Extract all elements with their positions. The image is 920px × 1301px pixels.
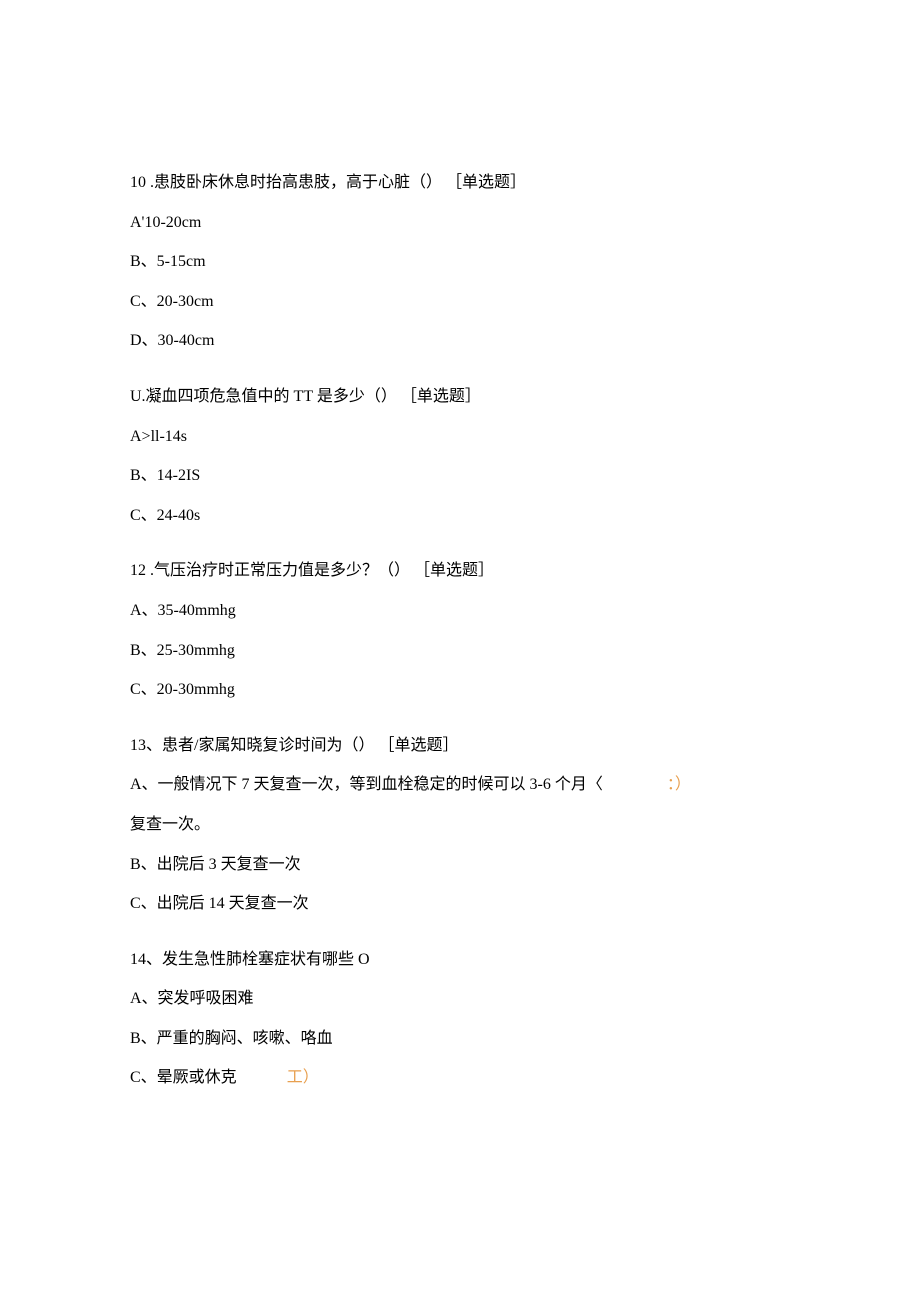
- question-number: 14: [130, 951, 146, 968]
- question-stem: .患肢卧床休息时抬高患肢，高于心脏（） ［单选题］: [146, 174, 526, 191]
- question-number: 10: [130, 174, 146, 191]
- question-number: 12: [130, 562, 146, 579]
- option-a: A、突发呼吸困难: [130, 986, 790, 1012]
- question-10: 10 .患肢卧床休息时抬高患肢，高于心脏（） ［单选题］ A'10-20cm B…: [130, 170, 790, 354]
- option-c: C、24-40s: [130, 503, 790, 529]
- orange-marker: 工）: [287, 1069, 319, 1086]
- question-text: 10 .患肢卧床休息时抬高患肢，高于心脏（） ［单选题］: [130, 170, 790, 196]
- question-11: U.凝血四项危急值中的 TT 是多少（） ［单选题］ A>ll-14s B、14…: [130, 384, 790, 528]
- option-d: D、30-40cm: [130, 328, 790, 354]
- option-a: A、35-40mmhg: [130, 598, 790, 624]
- option-b: B、14-2IS: [130, 463, 790, 489]
- question-13: 13、患者/家属知晓复诊时间为（） ［单选题］ A、一般情况下 7 天复查一次，…: [130, 733, 790, 917]
- option-b: B、出院后 3 天复查一次: [130, 852, 790, 878]
- option-b: B、5-15cm: [130, 249, 790, 275]
- question-12: 12 .气压治疗时正常压力值是多少？（） ［单选题］ A、35-40mmhg B…: [130, 558, 790, 702]
- option-a-line2: 复查一次。: [130, 812, 790, 838]
- question-stem: 、患者/家属知晓复诊时间为（） ［单选题］: [146, 737, 458, 754]
- option-a-line1: A、一般情况下 7 天复查一次，等到血栓稳定的时候可以 3-6 个月〈 ：）: [130, 772, 790, 798]
- option-c: C、20-30cm: [130, 289, 790, 315]
- question-text: 12 .气压治疗时正常压力值是多少？（） ［单选题］: [130, 558, 790, 584]
- question-text: 14、发生急性肺栓塞症状有哪些 O: [130, 947, 790, 973]
- option-a: A'10-20cm: [130, 210, 790, 236]
- question-text: U.凝血四项危急值中的 TT 是多少（） ［单选题］: [130, 384, 790, 410]
- question-stem: .气压治疗时正常压力值是多少？（） ［单选题］: [146, 562, 494, 579]
- question-14: 14、发生急性肺栓塞症状有哪些 O A、突发呼吸困难 B、严重的胸闷、咳嗽、咯血…: [130, 947, 790, 1091]
- option-c-text: C、晕厥或休克: [130, 1069, 237, 1086]
- option-c: C、出院后 14 天复查一次: [130, 891, 790, 917]
- option-a: A>ll-14s: [130, 424, 790, 450]
- question-stem: 、发生急性肺栓塞症状有哪些 O: [146, 951, 370, 968]
- question-stem: U.凝血四项危急值中的 TT 是多少（） ［单选题］: [130, 388, 481, 405]
- option-b: B、严重的胸闷、咳嗽、咯血: [130, 1026, 790, 1052]
- option-b: B、25-30mmhg: [130, 638, 790, 664]
- question-number: 13: [130, 737, 146, 754]
- question-text: 13、患者/家属知晓复诊时间为（） ［单选题］: [130, 733, 790, 759]
- option-c: C、晕厥或休克 工）: [130, 1065, 790, 1091]
- option-c: C、20-30mmhg: [130, 677, 790, 703]
- orange-marker: ：）: [663, 776, 691, 793]
- option-a-text: A、一般情况下 7 天复查一次，等到血栓稳定的时候可以 3-6 个月〈: [130, 776, 603, 793]
